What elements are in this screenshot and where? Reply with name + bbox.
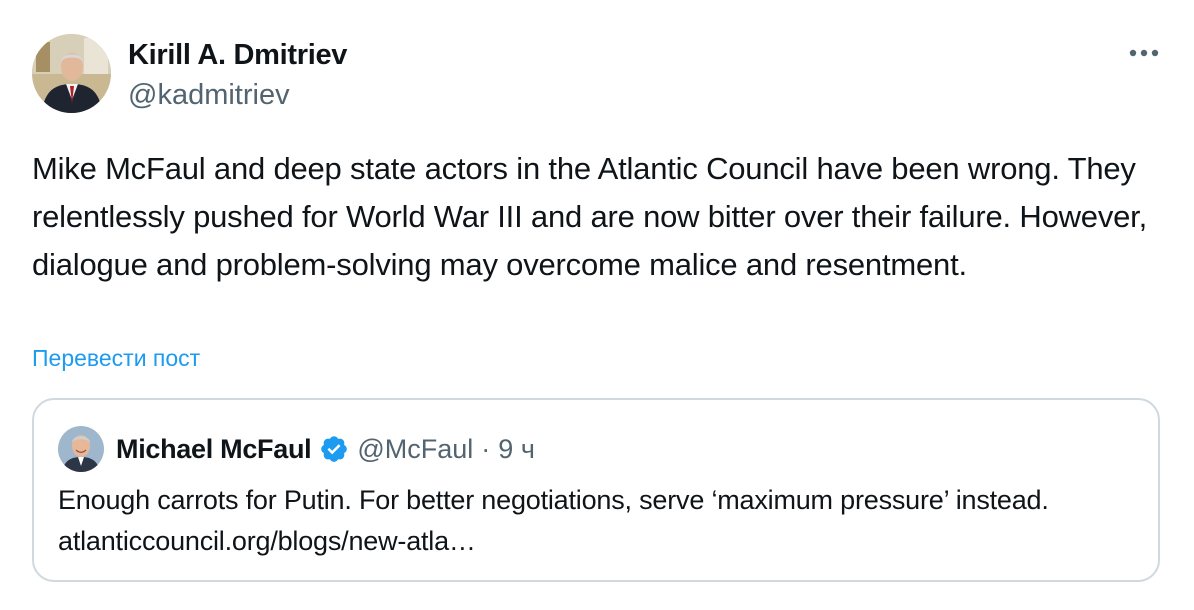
quoted-tweet-header: Michael McFaul @McFaul · 9 ч [58, 426, 535, 472]
author-handle[interactable]: @kadmitriev [128, 78, 290, 112]
author-avatar[interactable] [32, 34, 111, 113]
tweet-text: Mike McFaul and deep state actors in the… [32, 151, 1147, 282]
quoted-tweet-time[interactable]: 9 ч [498, 434, 535, 465]
quoted-author-avatar[interactable] [58, 426, 104, 472]
translate-post-link[interactable]: Перевести пост [32, 343, 200, 373]
more-options-button[interactable] [1124, 38, 1164, 68]
quoted-author-handle[interactable]: @McFaul [357, 434, 473, 465]
profile-photo-icon [32, 34, 111, 113]
author-name[interactable]: Kirill A. Dmitriev [128, 38, 347, 72]
tweet-card: Kirill A. Dmitriev @kadmitriev Mike McFa… [0, 0, 1194, 610]
separator-dot: · [481, 433, 491, 464]
quoted-tweet[interactable]: Michael McFaul @McFaul · 9 ч Enough carr… [32, 398, 1160, 582]
quoted-author-name[interactable]: Michael McFaul [116, 434, 312, 465]
more-horizontal-icon [1129, 49, 1159, 57]
verified-badge-icon [319, 434, 349, 464]
quoted-tweet-text: Enough carrots for Putin. For better neg… [58, 485, 1049, 556]
profile-photo-icon [58, 426, 104, 472]
